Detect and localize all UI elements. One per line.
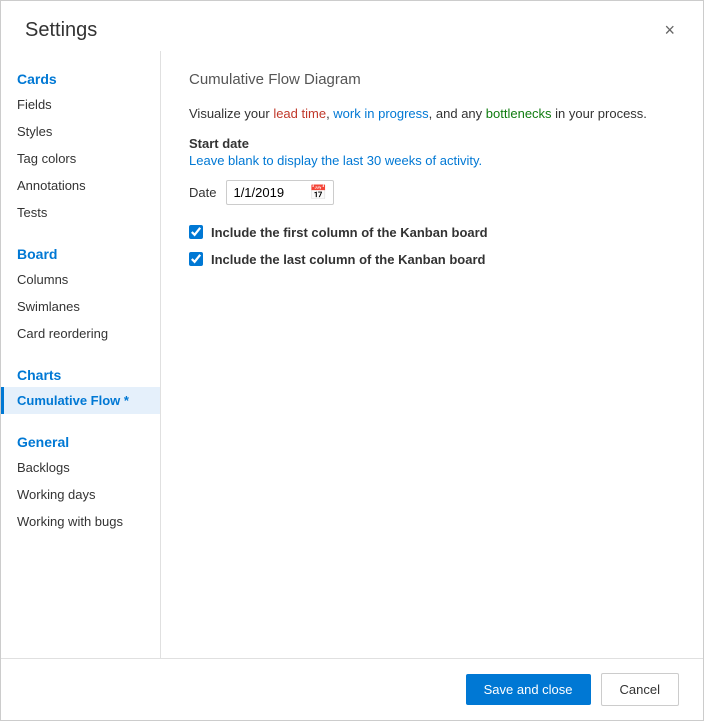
sidebar-item-styles[interactable]: Styles [1, 118, 160, 145]
calendar-icon[interactable]: 📅 [309, 184, 326, 201]
green-text: bottlenecks [486, 106, 552, 121]
sidebar-item-fields[interactable]: Fields [1, 91, 160, 118]
include-last-column-checkbox[interactable] [189, 252, 203, 266]
include-first-column-row: Include the first column of the Kanban b… [189, 225, 675, 240]
sidebar-item-tag-colors[interactable]: Tag colors [1, 145, 160, 172]
sidebar-item-annotations[interactable]: Annotations [1, 172, 160, 199]
section-title: Cumulative Flow Diagram [189, 71, 675, 88]
dialog-footer: Save and close Cancel [1, 658, 703, 720]
sidebar-item-card-reordering[interactable]: Card reordering [1, 320, 160, 347]
sidebar-section-charts[interactable]: Charts [1, 355, 160, 387]
dialog-header: Settings × [1, 1, 703, 51]
sidebar-item-cumulative-flow[interactable]: Cumulative Flow * [1, 387, 160, 414]
start-date-label: Start date [189, 136, 675, 151]
include-first-column-label: Include the first column of the Kanban b… [211, 225, 488, 240]
cancel-button[interactable]: Cancel [601, 673, 679, 706]
sidebar-item-columns[interactable]: Columns [1, 266, 160, 293]
settings-dialog: Settings × Cards Fields Styles Tag color… [0, 0, 704, 721]
include-first-column-checkbox[interactable] [189, 225, 203, 239]
sidebar-item-swimlanes[interactable]: Swimlanes [1, 293, 160, 320]
date-input[interactable] [233, 185, 303, 200]
sidebar-section-board[interactable]: Board [1, 234, 160, 266]
dialog-title: Settings [25, 19, 97, 42]
include-last-column-label: Include the last column of the Kanban bo… [211, 252, 485, 267]
save-and-close-button[interactable]: Save and close [466, 674, 591, 705]
sidebar-item-backlogs[interactable]: Backlogs [1, 454, 160, 481]
sidebar-item-working-days[interactable]: Working days [1, 481, 160, 508]
sidebar-item-tests[interactable]: Tests [1, 199, 160, 226]
start-date-hint: Leave blank to display the last 30 weeks… [189, 153, 675, 168]
include-last-column-row: Include the last column of the Kanban bo… [189, 252, 675, 267]
sidebar-section-general[interactable]: General [1, 422, 160, 454]
main-content: Cumulative Flow Diagram Visualize your l… [161, 51, 703, 658]
sidebar: Cards Fields Styles Tag colors Annotatio… [1, 51, 161, 658]
sidebar-section-cards[interactable]: Cards [1, 59, 160, 91]
blue-text: work in progress [333, 106, 428, 121]
sidebar-item-working-with-bugs[interactable]: Working with bugs [1, 508, 160, 535]
dialog-body: Cards Fields Styles Tag colors Annotatio… [1, 51, 703, 658]
red-text: lead time [273, 106, 326, 121]
date-row: Date 📅 [189, 180, 675, 205]
close-button[interactable]: × [656, 17, 683, 43]
date-label: Date [189, 185, 216, 200]
date-input-wrapper: 📅 [226, 180, 333, 205]
description-text: Visualize your lead time, work in progre… [189, 104, 675, 124]
